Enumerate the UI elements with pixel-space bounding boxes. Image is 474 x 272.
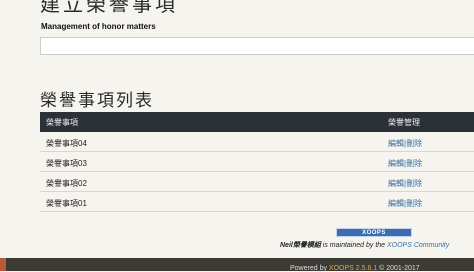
page-subtitle: Management of honor matters — [41, 22, 156, 31]
row-actions: 編輯|刪除 — [388, 138, 422, 149]
row-name: 榮譽事項01 — [46, 199, 87, 208]
row-actions: 編輯|刪除 — [388, 158, 422, 169]
xoops-community-link[interactable]: XOOPS Community — [387, 242, 449, 249]
column-header-actions: 榮譽管理 — [388, 117, 420, 127]
row-name: 榮譽事項03 — [46, 159, 87, 168]
honor-name-input[interactable] — [40, 37, 474, 55]
column-header-name: 榮譽事項 — [46, 117, 78, 127]
delete-link[interactable]: 刪除 — [406, 199, 422, 208]
edit-link[interactable]: 編輯 — [388, 139, 404, 148]
footer-bar: Powered by XOOPS 2.5.8.1 © 2001-2017 — [0, 258, 474, 272]
row-actions: 編輯|刪除 — [388, 198, 422, 209]
footer-credit: Neil榮譽模組 is maintained by the XOOPS Comm… — [280, 240, 449, 250]
row-name: 榮譽事項04 — [46, 139, 87, 148]
table-header: 榮譽事項 榮譽管理 — [40, 112, 474, 132]
credit-module: Neil榮譽模組 — [280, 242, 321, 249]
page-title: 建立榮譽事項 — [40, 0, 178, 16]
edit-link[interactable]: 編輯 — [388, 199, 404, 208]
delete-link[interactable]: 刪除 — [406, 159, 422, 168]
table-row: 榮譽事項01 編輯|刪除 — [40, 192, 474, 212]
delete-link[interactable]: 刪除 — [406, 179, 422, 188]
row-actions: 編輯|刪除 — [388, 178, 422, 189]
delete-link[interactable]: 刪除 — [406, 139, 422, 148]
edit-link[interactable]: 編輯 — [388, 159, 404, 168]
xoops-badge[interactable]: XOOPS — [336, 228, 412, 237]
credit-text: is maintained by the — [320, 242, 387, 249]
list-title: 榮譽事項列表 — [40, 91, 154, 111]
edit-link[interactable]: 編輯 — [388, 179, 404, 188]
table-row: 榮譽事項03 編輯|刪除 — [40, 152, 474, 172]
row-name: 榮譽事項02 — [46, 179, 87, 188]
honor-table: 榮譽事項 榮譽管理 榮譽事項04 編輯|刪除 榮譽事項03 編輯|刪除 榮譽事項… — [40, 112, 474, 212]
table-row: 榮譽事項02 編輯|刪除 — [40, 172, 474, 192]
table-row: 榮譽事項04 編輯|刪除 — [40, 132, 474, 152]
footer-accent — [0, 258, 6, 271]
